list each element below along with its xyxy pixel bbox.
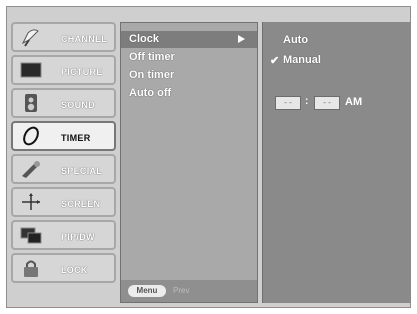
menu-item-off-timer[interactable]: Off timer [121,49,257,66]
clock-submenu: Auto ✔ Manual - - : - - AM [262,22,411,303]
sidebar-item-label: LOCK [61,265,88,275]
menu-button[interactable]: Menu [128,285,166,297]
speaker-icon [19,93,43,113]
sidebar-item-pipdw[interactable]: PIP/DW [11,220,116,250]
tv-screen-icon [19,60,43,80]
sidebar-item-label: SOUND [61,100,96,110]
sidebar-item-label: SCREEN [61,199,101,209]
menu-item-label: Clock [129,33,159,45]
padlock-icon [19,258,43,278]
clock-icon [19,126,43,146]
sidebar-item-special[interactable]: SPECIAL [11,154,116,184]
timer-menu: Clock Off timer On timer Auto off Menu P… [120,22,258,303]
sidebar-item-sound[interactable]: SOUND [11,88,116,118]
sidebar-item-label: CHANNEL [61,34,108,44]
minute-field[interactable]: - - [314,96,340,110]
menu-footer: Menu Prev [121,280,257,302]
menu-item-label: Auto off [129,87,172,99]
menu-item-auto-off[interactable]: Auto off [121,85,257,102]
sidebar-item-label: SPECIAL [61,166,103,176]
menu-item-label: Off timer [129,51,175,63]
menu-item-clock[interactable]: Clock [121,31,257,48]
menu-item-on-timer[interactable]: On timer [121,67,257,84]
menu-item-label: On timer [129,69,175,81]
prev-hint: Prev [173,286,190,295]
option-manual[interactable]: Manual [283,54,321,66]
sidebar-item-screen[interactable]: SCREEN [11,187,116,217]
sidebar: CHANNEL PICTURE SOUND TIMER SPECIAL SCRE… [11,22,116,302]
sidebar-item-channel[interactable]: CHANNEL [11,22,116,52]
time-separator: : [305,96,309,107]
ampm-field[interactable]: AM [345,96,362,108]
sidebar-item-label: PICTURE [61,67,103,77]
pip-windows-icon [19,225,43,245]
cross-arrows-icon [19,192,43,212]
option-auto[interactable]: Auto [283,34,308,46]
satellite-dish-icon [19,27,43,47]
sidebar-item-lock[interactable]: LOCK [11,253,116,283]
sidebar-item-label: PIP/DW [61,232,95,242]
sidebar-item-picture[interactable]: PICTURE [11,55,116,85]
sidebar-item-label: TIMER [61,133,91,143]
sidebar-item-timer[interactable]: TIMER [11,121,116,151]
checkmark-icon: ✔ [270,55,280,67]
arrow-right-icon [238,35,245,43]
tools-icon [19,159,43,179]
hour-field[interactable]: - - [275,96,301,110]
